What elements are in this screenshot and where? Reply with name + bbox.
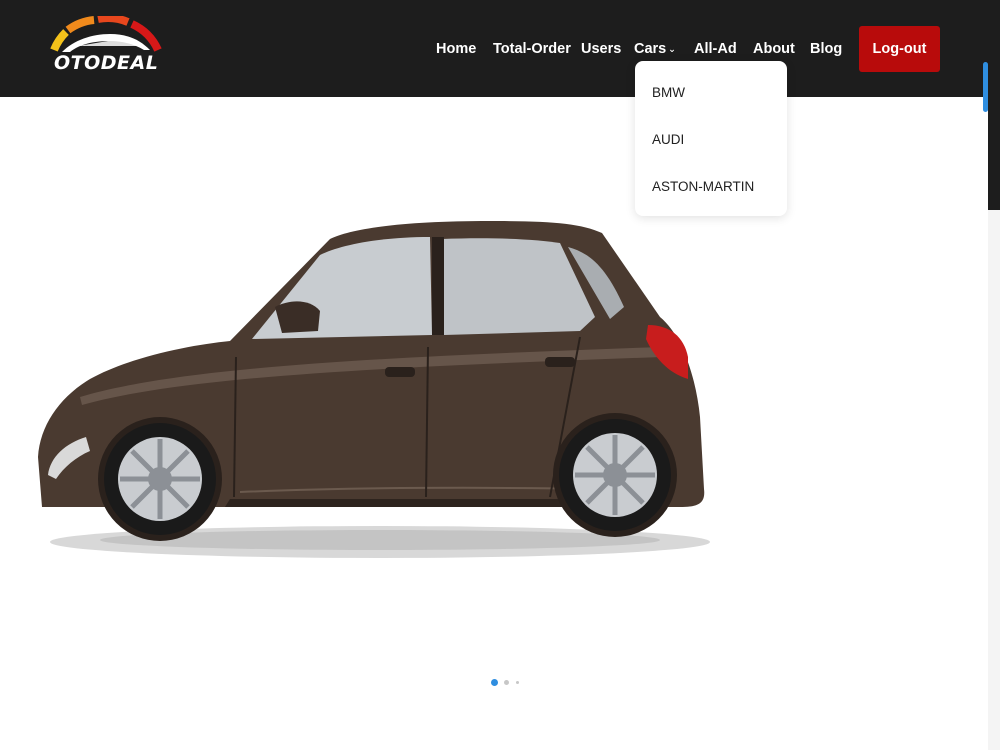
nav-cars[interactable]: Cars ⌄	[634, 38, 676, 61]
brand-name: OTODEAL	[54, 52, 159, 74]
hero-car-image	[38, 221, 710, 558]
dropdown-item-audi[interactable]: AUDI	[652, 132, 684, 147]
chevron-down-icon: ⌄	[668, 44, 676, 54]
carousel-dot[interactable]	[516, 681, 519, 684]
logout-button[interactable]: Log-out	[859, 26, 940, 72]
hero-carousel	[0, 97, 988, 750]
cars-dropdown-menu: BMW AUDI ASTON-MARTIN	[635, 61, 787, 216]
site-header: OTODEAL Home Total-Order Users Cars ⌄ All…	[0, 0, 1000, 97]
nav-cars-label: Cars	[634, 41, 667, 57]
scrollbar-thumb[interactable]	[988, 0, 1000, 210]
nav-all-ad[interactable]: All-Ad	[694, 38, 737, 60]
nav-users[interactable]: Users	[581, 38, 621, 60]
dropdown-item-aston-martin[interactable]: ASTON-MARTIN	[652, 179, 754, 194]
nav-about[interactable]: About	[753, 38, 795, 60]
nav-blog[interactable]: Blog	[810, 38, 842, 60]
nav-total-order[interactable]: Total-Order	[493, 38, 571, 60]
carousel-dot-active[interactable]	[491, 679, 498, 686]
speedometer-icon	[50, 16, 162, 52]
dropdown-item-bmw[interactable]: BMW	[652, 85, 685, 100]
carousel-dot[interactable]	[504, 680, 509, 685]
otodeal-logo[interactable]: OTODEAL	[48, 16, 164, 76]
nav-home[interactable]: Home	[436, 38, 476, 60]
